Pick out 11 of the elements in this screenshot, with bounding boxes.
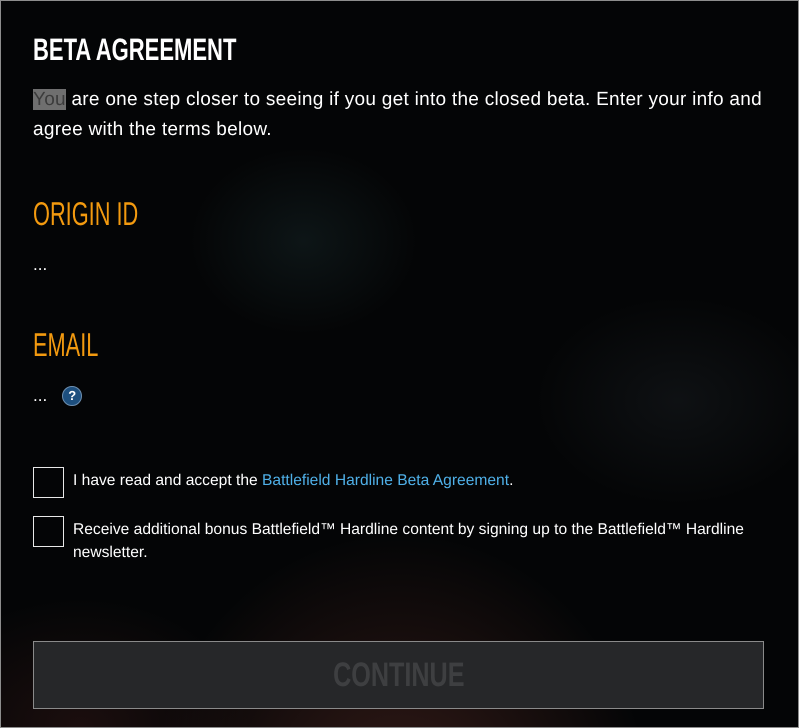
page-title: BETA AGREEMENT <box>33 32 236 68</box>
checkbox[interactable] <box>33 467 64 498</box>
agreement-link[interactable]: Battlefield Hardline Beta Agreement <box>262 472 510 489</box>
field-value: ... <box>33 254 48 276</box>
checkbox[interactable] <box>33 516 64 547</box>
help-icon[interactable]: ? <box>62 386 82 406</box>
field-label: EMAIL <box>33 325 98 365</box>
field-label: ORIGIN ID <box>33 194 138 234</box>
field-value: ... <box>33 385 48 407</box>
checkbox-label: Receive additional bonus Battlefield™ Hardline content by signing up to the Battlefield™ Hardline newsletter. <box>73 520 745 563</box>
checkbox-label: I have read and accept the Battlefield Hardline Beta Agreement. <box>73 471 514 491</box>
